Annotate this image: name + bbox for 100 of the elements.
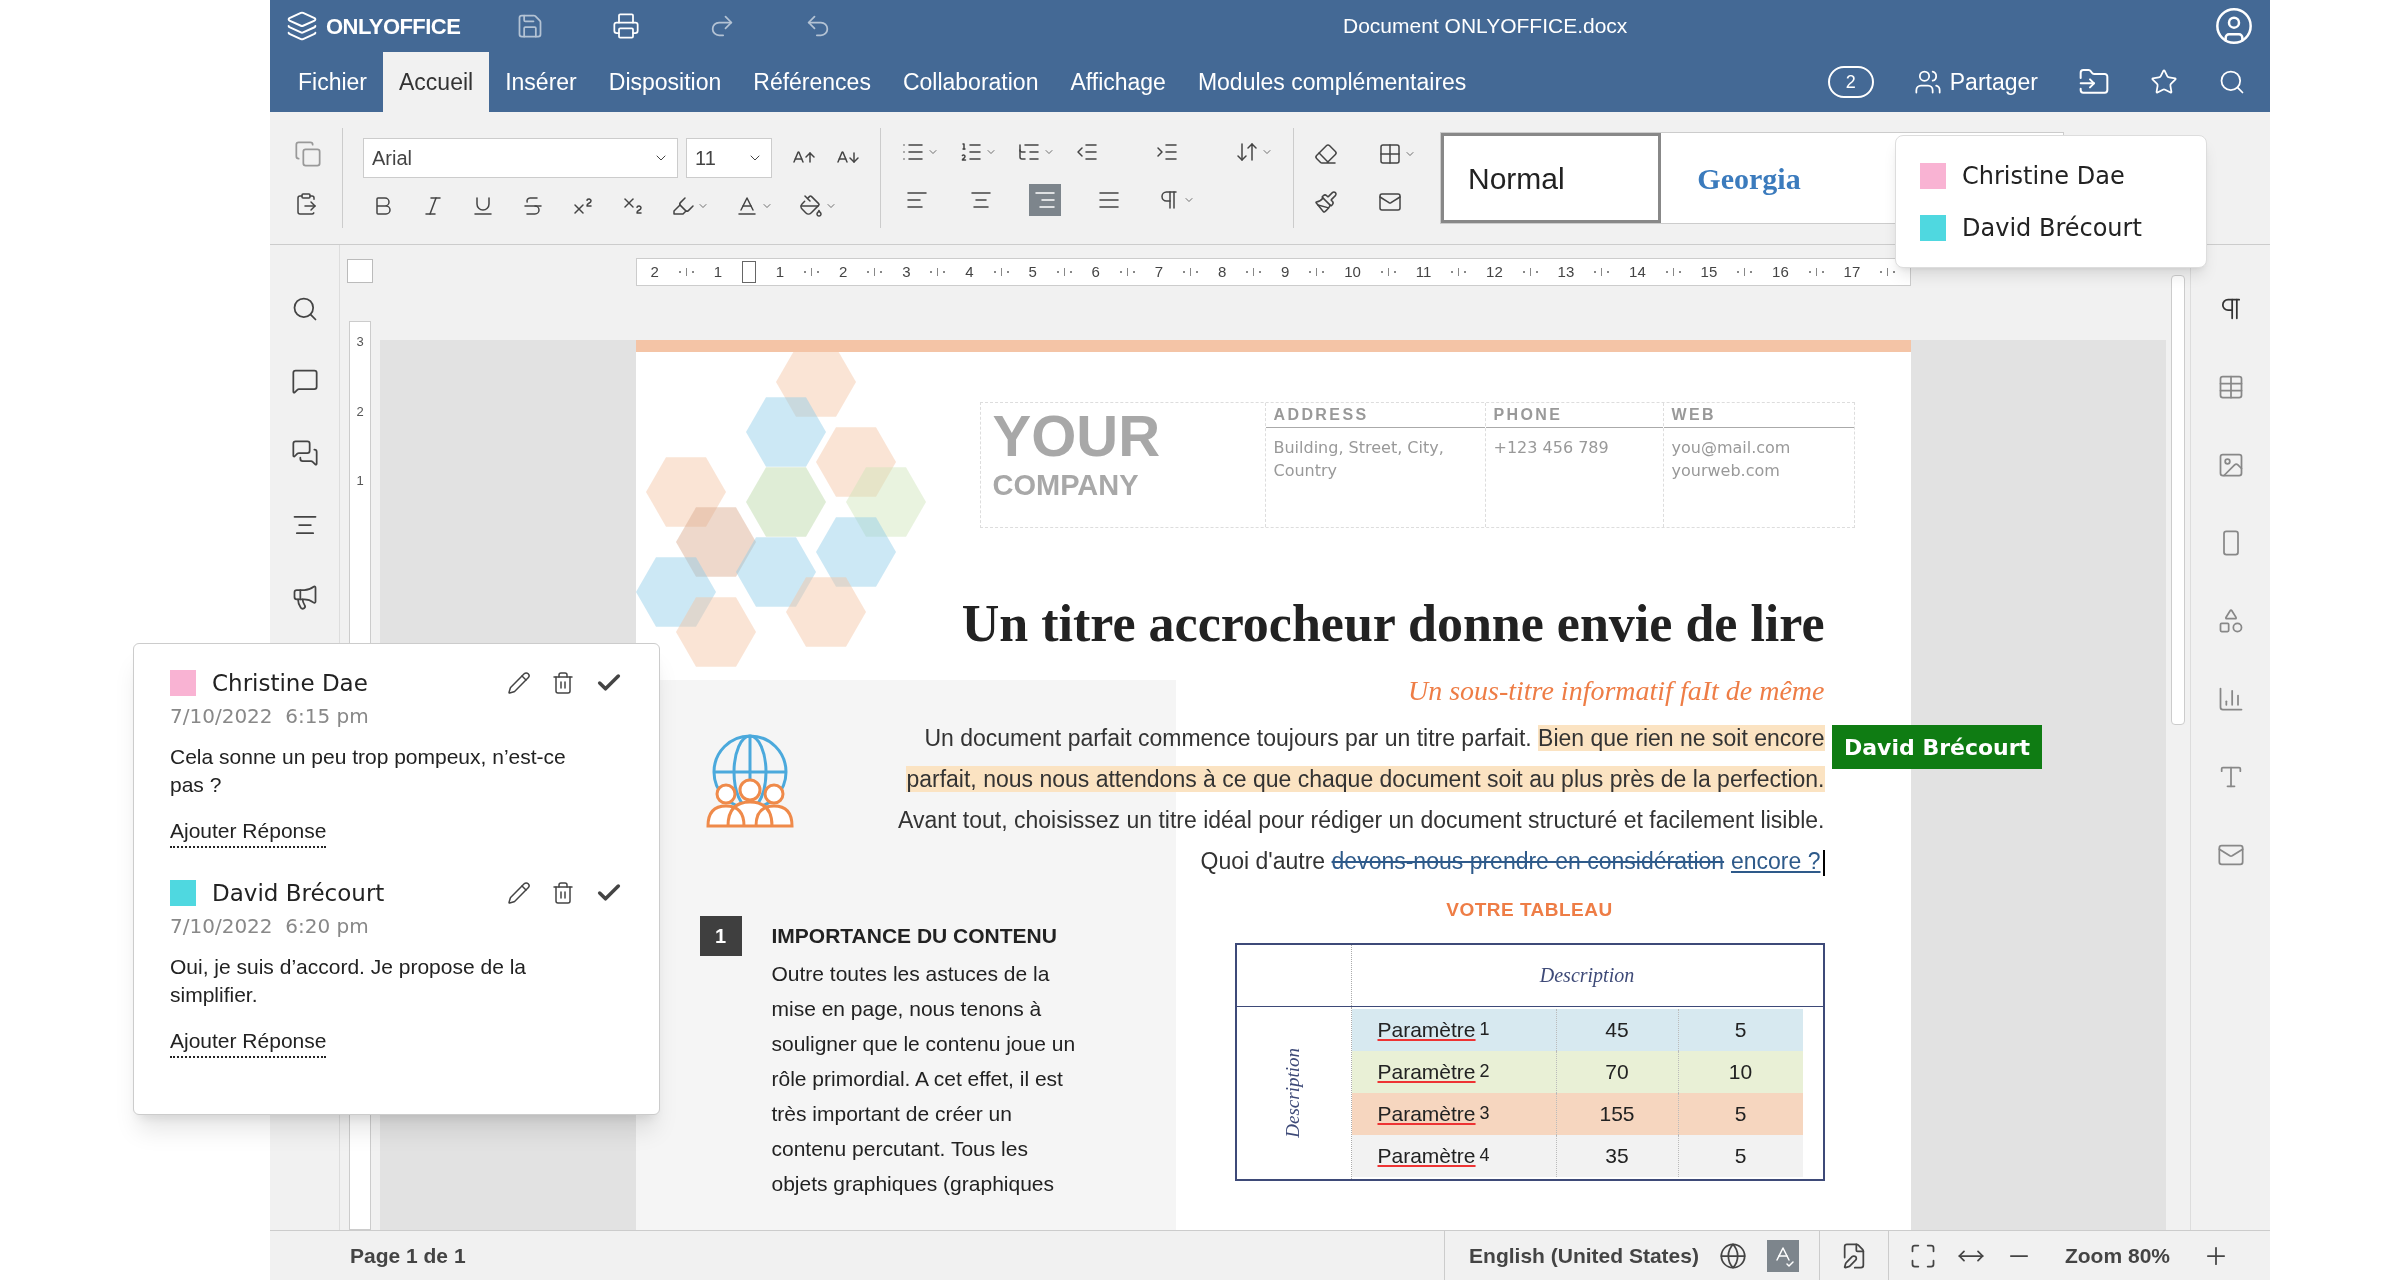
comment-date: 7/10/2022 6:15 pm [170, 702, 370, 730]
ruler-ticks [993, 268, 1009, 276]
comment-date: 7/10/2022 6:20 pm [170, 912, 370, 940]
section-heading: IMPORTANCE DU CONTENU [771, 923, 1058, 949]
ruler-number: 1 [775, 261, 785, 282]
table-cell: 70 [1556, 1050, 1679, 1093]
ruler-ticks [1380, 268, 1396, 276]
user-name: Christine Dae [1962, 160, 2125, 192]
ruler-ticks [1880, 268, 1896, 276]
users-count-button[interactable]: 2 [1827, 66, 1874, 98]
ruler-ticks [1665, 268, 1681, 276]
ruler-number: 10 [1344, 261, 1361, 282]
ruler-number: 12 [1486, 261, 1503, 282]
table-cell: 35 [1556, 1134, 1679, 1177]
ruler-ticks [678, 268, 694, 276]
contact-heading: ADDRESS [1265, 403, 1485, 428]
table-header: Description [1538, 963, 1636, 989]
numbered-list-icon[interactable] [959, 140, 983, 164]
comment-author: Christine Dae [212, 669, 368, 698]
delete-icon[interactable] [551, 671, 575, 696]
print-icon[interactable] [612, 12, 641, 40]
contact-text: yourweb.com [1671, 460, 1781, 482]
ruler-number: 6 [1091, 261, 1100, 282]
indent-marker-icon[interactable] [741, 261, 756, 283]
window-title: Document ONLYOFFICE.docx [1343, 13, 1628, 40]
ruler-ticks [867, 268, 883, 276]
table-cell: 45 [1556, 1008, 1679, 1051]
paint-bucket-icon[interactable] [799, 194, 823, 218]
document-subtitle: Un sous-titre informatif faIt de même [1407, 674, 1825, 708]
ruler-ticks [1737, 268, 1753, 276]
line-spacing-icon[interactable] [1235, 140, 1259, 164]
font-name-field[interactable]: Arial [363, 138, 678, 178]
ruler-ticks [1056, 268, 1072, 276]
ruler-number: 8 [1217, 261, 1227, 282]
section-number: 1 [699, 916, 742, 956]
contact-text: Country [1273, 460, 1339, 482]
menu-tab[interactable]: Collaboration [886, 52, 1055, 112]
delete-icon[interactable] [551, 881, 575, 906]
menu-tab[interactable]: Accueil [383, 52, 490, 112]
menu-tab[interactable]: Fichier [282, 52, 383, 112]
scrollbar-thumb[interactable] [2171, 275, 2185, 725]
comments-icon[interactable] [290, 367, 319, 395]
table-cell: Paramètre 4 [1351, 1134, 1557, 1177]
add-reply-link[interactable]: Ajouter Réponse [170, 814, 327, 848]
menu-tab[interactable]: Références [737, 52, 887, 112]
ruler-ticks [1451, 268, 1467, 276]
underline-icon[interactable] [471, 194, 495, 218]
ruler-number: 2 [838, 261, 848, 282]
eraser-icon[interactable] [1314, 142, 1338, 166]
add-reply-link[interactable]: Ajouter Réponse [170, 1024, 327, 1058]
highlighter-icon[interactable] [671, 194, 695, 218]
ruler-ticks [1808, 268, 1824, 276]
menu-tab[interactable]: Affichage [1054, 52, 1182, 112]
search-icon[interactable] [2218, 68, 2246, 96]
comment-author: David Brécourt [212, 879, 385, 908]
section-text: Outre toutes les astuces de la mise en page, nous tenons à souligner que le contenu joue un rôle primordial. A cet effet, il est très important de créer un contenu percutant. Tous les objets graphiques (graphiques [771, 961, 1076, 1197]
format-painter-icon[interactable] [1314, 190, 1338, 214]
page-indicator: Page 1 de 1 [350, 1242, 466, 1269]
shading-icon[interactable] [1378, 142, 1402, 166]
font-color-icon[interactable] [735, 194, 759, 218]
strikethrough-icon[interactable] [521, 194, 545, 218]
edit-icon[interactable] [507, 671, 531, 696]
menu-tab[interactable]: Disposition [592, 52, 738, 112]
ruler-ticks [804, 268, 820, 276]
spellcheck-toggle[interactable] [1766, 1239, 1799, 1272]
align-button[interactable] [1029, 184, 1061, 216]
logo-icon [286, 10, 318, 42]
font-size-field[interactable]: 11 [686, 138, 772, 178]
globe-icon[interactable] [1718, 1241, 1747, 1270]
menu-tab[interactable]: Modules complémentaires [1181, 52, 1483, 112]
user-avatar-icon[interactable] [2214, 6, 2254, 46]
table-caption: VOTRE TABLEAU [1446, 898, 1613, 922]
ruler-ticks [1522, 268, 1538, 276]
ruler-number: 2 [356, 402, 364, 421]
menu-tab[interactable]: Insérer [489, 52, 593, 112]
zoom-level: Zoom 80% [2064, 1242, 2170, 1269]
ruler-number: 14 [1629, 261, 1646, 282]
share-button[interactable]: Partager [1913, 64, 2038, 100]
ruler-number: 16 [1772, 261, 1789, 282]
cursor-user-label: David Brécourt [1832, 725, 2043, 769]
style-preset[interactable]: Georgia [1661, 133, 1837, 223]
ruler-ticks [1309, 268, 1325, 276]
ruler-ticks [1183, 268, 1198, 276]
table-cell-text: 10 [1727, 1058, 1754, 1085]
style-preset[interactable]: Normal [1441, 133, 1661, 223]
envelope-icon[interactable] [1378, 190, 1402, 214]
table-cell-text: 5 [1733, 1100, 1748, 1127]
language-selector[interactable]: English (United States) [1469, 1239, 1699, 1272]
ruler-number: 1 [356, 472, 364, 490]
company-name: COMPANY [992, 468, 1140, 503]
table-cell: Paramètre 1 [1351, 1008, 1557, 1051]
edit-icon[interactable] [507, 881, 531, 906]
star-icon[interactable] [2150, 68, 2178, 96]
ruler-number: 4 [965, 261, 974, 282]
ruler-number: 15 [1700, 261, 1718, 282]
ruler-ticks [1594, 268, 1610, 276]
user-name: David Brécourt [1962, 212, 2142, 244]
chat-icon[interactable] [290, 439, 319, 467]
paste-icon[interactable] [294, 192, 318, 216]
table-cell-text: 5 [1733, 1016, 1748, 1043]
